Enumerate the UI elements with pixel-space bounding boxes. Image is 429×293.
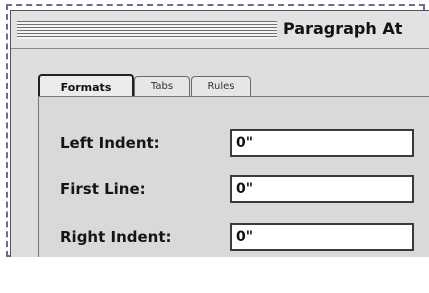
left-indent-label: Left Indent: [60,134,160,152]
left-indent-field[interactable]: 0" [230,129,414,157]
right-indent-label: Right Indent: [60,228,172,246]
first-line-label: First Line: [60,180,146,198]
window-titlebar[interactable]: Paragraph At [11,11,429,49]
right-indent-field[interactable]: 0" [230,223,414,251]
tab-rules[interactable]: Rules [191,76,251,97]
tab-tabs[interactable]: Tabs [134,76,190,97]
titlebar-drag-stripes[interactable] [17,21,277,39]
first-line-field[interactable]: 0" [230,175,414,203]
window-title: Paragraph At [283,19,403,38]
